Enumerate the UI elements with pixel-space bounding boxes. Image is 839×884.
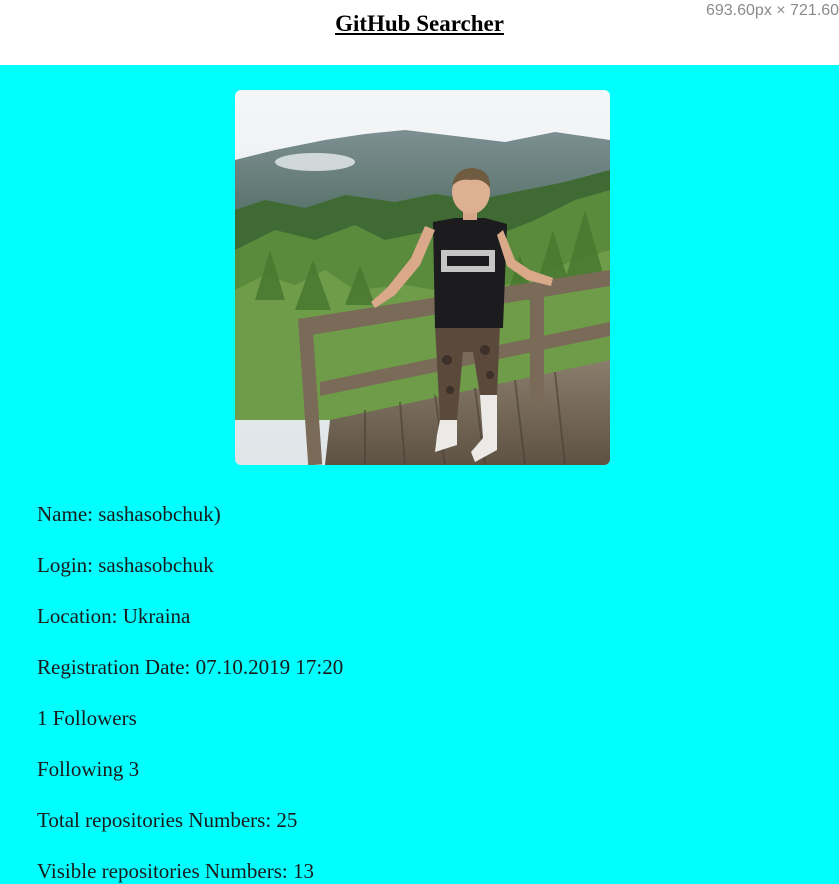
profile-visible-repositories: Visible repositories Numbers: 13 xyxy=(37,859,314,883)
dimensions-readout: 693.60px × 721.60 xyxy=(705,2,839,19)
profile-details-list: Name: sashasobchuk) Login: sashasobchuk … xyxy=(37,502,343,884)
profile-registration-date: Registration Date: 07.10.2019 17:20 xyxy=(37,655,344,679)
page-header: GitHub Searcher 693.60px × 721.60 xyxy=(0,0,839,65)
profile-section: Name: sashasobchuk) Login: sashasobchuk … xyxy=(0,65,839,884)
profile-following: Following 3 xyxy=(37,757,140,781)
profile-followers: 1 Followers xyxy=(37,706,137,730)
profile-location: Location: Ukraina xyxy=(37,604,191,628)
avatar-photo-icon xyxy=(235,90,610,465)
profile-total-repositories: Total repositories Numbers: 25 xyxy=(37,808,298,832)
user-avatar xyxy=(235,90,610,465)
profile-login: Login: sashasobchuk xyxy=(37,553,214,577)
profile-name: Name: sashasobchuk) xyxy=(37,502,221,526)
